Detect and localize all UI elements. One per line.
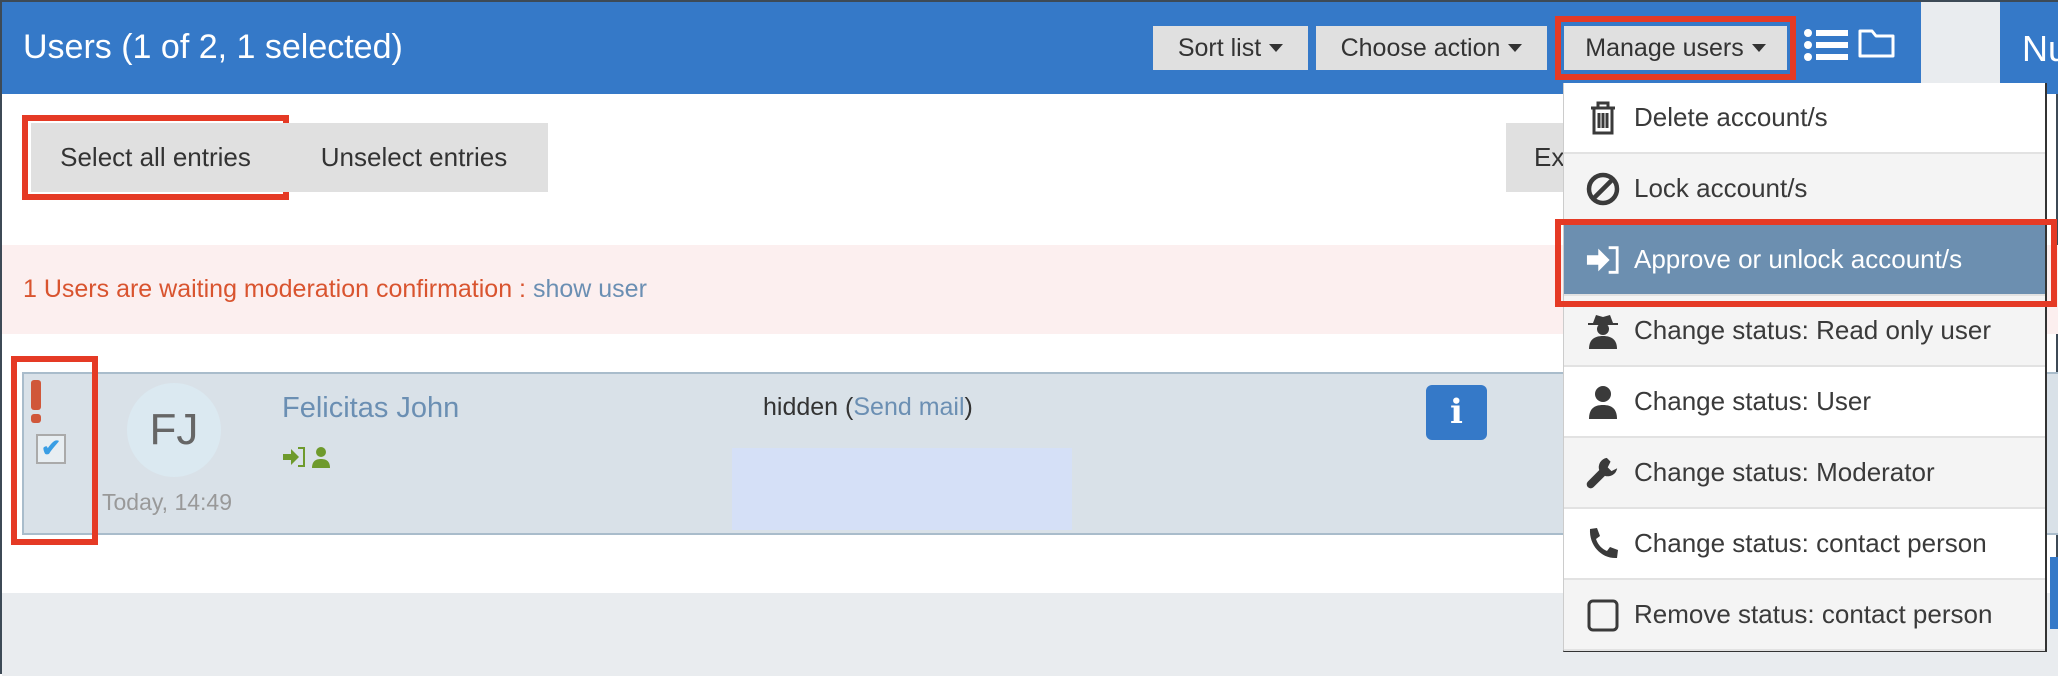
menu-item-contact[interactable]: Change status: contact person: [1564, 509, 2045, 580]
unselect-button[interactable]: Unselect entries: [280, 123, 548, 192]
trash-icon: [1586, 101, 1620, 135]
user-icon: [312, 447, 330, 468]
avatar: FJ: [127, 383, 221, 477]
folder-icon[interactable]: [1857, 26, 1897, 60]
sort-list-button[interactable]: Sort list: [1153, 26, 1308, 70]
user-icon: [1586, 385, 1620, 419]
menu-item-remove-contact[interactable]: Remove status: contact person: [1564, 580, 2045, 651]
menu-item-label: Lock account/s: [1634, 173, 1808, 203]
square-icon: [1586, 598, 1620, 632]
caret-down-icon: [1508, 44, 1523, 52]
list-view-icon[interactable]: [1803, 28, 1849, 62]
banner-message: 1 Users are waiting moderation confirmat…: [23, 275, 533, 303]
annotation-highlight: [1555, 219, 2057, 307]
sort-list-label: Sort list: [1177, 33, 1262, 62]
email-value: hidden: [763, 393, 839, 421]
menu-item-label: Remove status: contact person: [1634, 599, 1993, 629]
menu-item-label: Delete account/s: [1634, 102, 1828, 132]
choose-action-button[interactable]: Choose action: [1316, 26, 1547, 70]
user-email: hidden (Send mail): [763, 393, 973, 422]
menu-item-user[interactable]: Change status: User: [1564, 367, 2045, 438]
send-mail-link[interactable]: Send mail: [853, 393, 964, 421]
info-button[interactable]: i: [1426, 385, 1487, 440]
user-details-area: [732, 448, 1072, 530]
menu-item-moderator[interactable]: Change status: Moderator: [1564, 438, 2045, 509]
header-spacer: [1921, 2, 2000, 94]
menu-item-delete[interactable]: Delete account/s: [1564, 83, 2045, 154]
phone-icon: [1586, 527, 1620, 561]
choose-action-label: Choose action: [1340, 33, 1501, 62]
menu-item-label: Change status: Moderator: [1634, 457, 1935, 487]
sign-in-icon: [283, 447, 305, 467]
side-panel-header: Nu: [2000, 2, 2058, 94]
page-title: Users (1 of 2, 1 selected): [23, 28, 403, 66]
annotation-highlight: [1555, 16, 1796, 80]
paren: ): [964, 393, 973, 421]
user-timestamp: Today, 14:49: [102, 489, 233, 515]
wrench-icon: [1586, 455, 1620, 491]
manage-users-dropdown: Delete account/s Lock account/s Approve …: [1563, 83, 2047, 652]
annotation-highlight: [11, 356, 98, 545]
menu-item-label: Change status: contact person: [1634, 528, 1987, 558]
menu-item-label: Change status: Read only user: [1634, 315, 1991, 345]
annotation-highlight: [22, 115, 289, 200]
paren: (: [838, 393, 854, 421]
side-panel-button: [2050, 557, 2058, 629]
show-user-link[interactable]: show user: [533, 275, 647, 303]
caret-down-icon: [1269, 44, 1284, 52]
status-icons: [283, 447, 330, 468]
user-secret-icon: [1586, 313, 1620, 349]
user-name-link[interactable]: Felicitas John: [282, 392, 459, 425]
menu-item-label: Change status: User: [1634, 386, 1872, 416]
menu-item-lock[interactable]: Lock account/s: [1564, 154, 2045, 225]
ban-icon: [1586, 172, 1620, 206]
